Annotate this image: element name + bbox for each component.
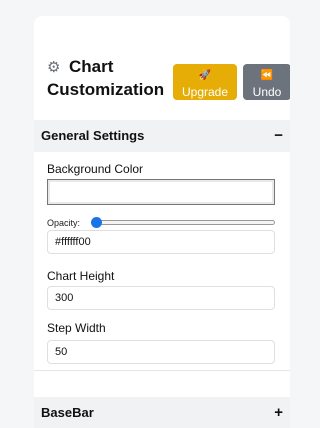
rocket-icon: 🚀	[198, 70, 212, 81]
title-line1: Chart	[69, 57, 114, 76]
opacity-slider-thumb[interactable]	[91, 217, 102, 228]
general-settings-header[interactable]: General Settings −	[34, 120, 290, 152]
opacity-slider[interactable]	[94, 220, 275, 225]
background-color-picker[interactable]	[47, 179, 275, 205]
opacity-row: Opacity:	[47, 216, 277, 230]
title-line2: Customization	[47, 80, 165, 99]
customization-panel: ⚙ Chart Customization 🚀 Upgrade ⏪ Undo Ge…	[34, 16, 290, 428]
upgrade-button[interactable]: 🚀 Upgrade	[173, 64, 237, 100]
gear-icon: ⚙	[47, 59, 61, 76]
undo-button[interactable]: ⏪ Undo	[243, 64, 290, 100]
basebar-header[interactable]: BaseBar +	[34, 397, 290, 428]
background-color-label: Background Color	[47, 162, 144, 176]
rewind-icon: ⏪	[260, 70, 274, 81]
divider	[34, 370, 290, 371]
general-settings-title: General Settings	[41, 128, 145, 143]
panel-title: ⚙ Chart Customization	[47, 56, 177, 101]
upgrade-label: Upgrade	[181, 85, 229, 99]
chart-height-label: Chart Height	[47, 269, 115, 283]
step-width-label: Step Width	[47, 321, 106, 335]
color-value-field[interactable]: #ffffff00	[47, 230, 275, 254]
basebar-title: BaseBar	[41, 405, 94, 420]
opacity-label: Opacity:	[47, 218, 81, 228]
collapse-icon[interactable]: −	[274, 120, 283, 152]
undo-label: Undo	[252, 85, 282, 99]
panel-header: ⚙ Chart Customization 🚀 Upgrade ⏪ Undo	[34, 16, 290, 120]
expand-icon[interactable]: +	[274, 397, 283, 428]
step-width-input[interactable]: 50	[47, 340, 275, 364]
chart-height-input[interactable]: 300	[47, 286, 275, 310]
